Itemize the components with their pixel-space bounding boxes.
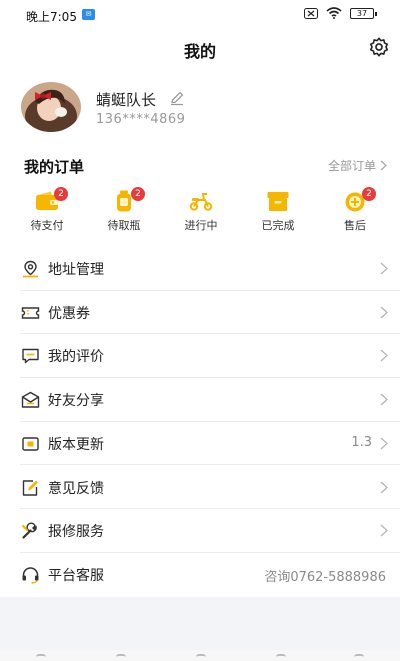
menu-address-management[interactable]: 地址管理 — [0, 247, 400, 291]
chevron-right-icon — [380, 306, 388, 319]
tab-home-icon[interactable] — [36, 654, 46, 660]
version-number: 1.3 — [351, 434, 372, 450]
order-completed[interactable]: 已完成 — [239, 186, 317, 236]
edit-pencil-icon[interactable] — [169, 90, 185, 106]
menu-label: 优惠券 — [48, 305, 90, 322]
order-awaiting-pickup[interactable]: 2 待取瓶 — [85, 186, 163, 236]
chevron-right-icon — [380, 262, 388, 275]
chevron-right-icon — [380, 160, 387, 171]
menu-label: 我的评价 — [48, 349, 104, 366]
chevron-right-icon — [380, 481, 388, 493]
badge-count: 2 — [54, 187, 68, 201]
tab-mine-icon[interactable] — [354, 654, 364, 660]
orders-title: 我的订单 — [24, 158, 85, 176]
order-in-progress[interactable]: 进行中 — [162, 186, 240, 236]
feedback-icon — [22, 479, 38, 496]
menu-label: 版本更新 — [48, 436, 104, 453]
menu-coupons[interactable]: 优惠券 — [0, 291, 400, 335]
order-label: 待取瓶 — [107, 219, 141, 232]
chevron-right-icon — [380, 349, 388, 362]
box-icon — [267, 192, 289, 211]
order-pending-payment[interactable]: 2 待支付 — [8, 186, 86, 236]
service-phone[interactable]: 咨询0762-5888986 — [264, 566, 386, 585]
chevron-right-icon — [380, 437, 388, 450]
all-orders-link[interactable]: 全部订单 — [328, 157, 387, 174]
avatar[interactable] — [21, 82, 81, 132]
menu-label: 平台客服 — [48, 567, 104, 584]
status-time: 晚上7:05 — [26, 10, 77, 24]
menu-label: 好友分享 — [48, 393, 104, 410]
wifi-icon — [326, 7, 342, 19]
chevron-right-icon — [380, 393, 388, 406]
wrench-icon — [22, 522, 37, 539]
headset-icon — [22, 567, 39, 584]
avatar-photo — [21, 82, 81, 132]
order-label: 待支付 — [30, 219, 64, 232]
menu-customer-service[interactable]: 平台客服 咨询0762-5888986 — [0, 553, 400, 597]
phone-number: 136****4869 — [96, 112, 186, 127]
notification-app-icon: ✉ — [82, 9, 95, 20]
badge-count: 2 — [131, 187, 145, 201]
menu-my-reviews[interactable]: 我的评价 — [0, 334, 400, 378]
update-icon — [22, 437, 39, 451]
location-icon — [23, 260, 38, 278]
header: 我的 — [0, 30, 400, 64]
status-icons: 37 — [304, 7, 377, 19]
tab-order-icon[interactable] — [196, 654, 206, 660]
menu-feedback[interactable]: 意见反馈 — [0, 466, 400, 510]
menu-label: 报修服务 — [48, 524, 104, 541]
menu-version-update[interactable]: 版本更新 1.3 — [0, 422, 400, 466]
username[interactable]: 蜻蜓队长 — [96, 89, 156, 110]
page-title: 我的 — [183, 42, 216, 61]
menu-share-friends[interactable]: 好友分享 — [0, 378, 400, 422]
order-label: 进行中 — [184, 219, 218, 232]
tab-category-icon[interactable] — [116, 654, 126, 660]
badge-count: 2 — [362, 187, 376, 201]
settings-menu: 地址管理 优惠券 我的评价 好友分享 版本更新 1.3 意见反馈 报修服务 平台… — [0, 247, 400, 597]
status-bar: 晚上7:05 ✉ 37 — [0, 0, 400, 28]
scooter-icon — [189, 193, 213, 211]
menu-repair-service[interactable]: 报修服务 — [0, 509, 400, 553]
bottom-nav — [0, 650, 400, 661]
order-label: 售后 — [344, 219, 366, 232]
sim-icon — [304, 7, 318, 19]
coupon-icon — [21, 306, 40, 319]
comment-icon — [22, 349, 39, 364]
order-status-bar: 2 待支付 2 待取瓶 进行中 已完成 2 售后 — [8, 186, 392, 236]
all-orders-label: 全部订单 — [327, 159, 376, 173]
menu-label: 地址管理 — [48, 262, 104, 278]
menu-label: 意见反馈 — [48, 480, 104, 497]
battery-icon: 37 — [350, 7, 377, 19]
order-label: 已完成 — [261, 219, 295, 232]
order-after-sales[interactable]: 2 售后 — [316, 186, 394, 236]
chevron-right-icon — [380, 524, 388, 537]
share-icon — [21, 391, 40, 408]
tab-cart-icon[interactable] — [276, 654, 286, 660]
settings-gear-icon[interactable] — [368, 36, 390, 58]
